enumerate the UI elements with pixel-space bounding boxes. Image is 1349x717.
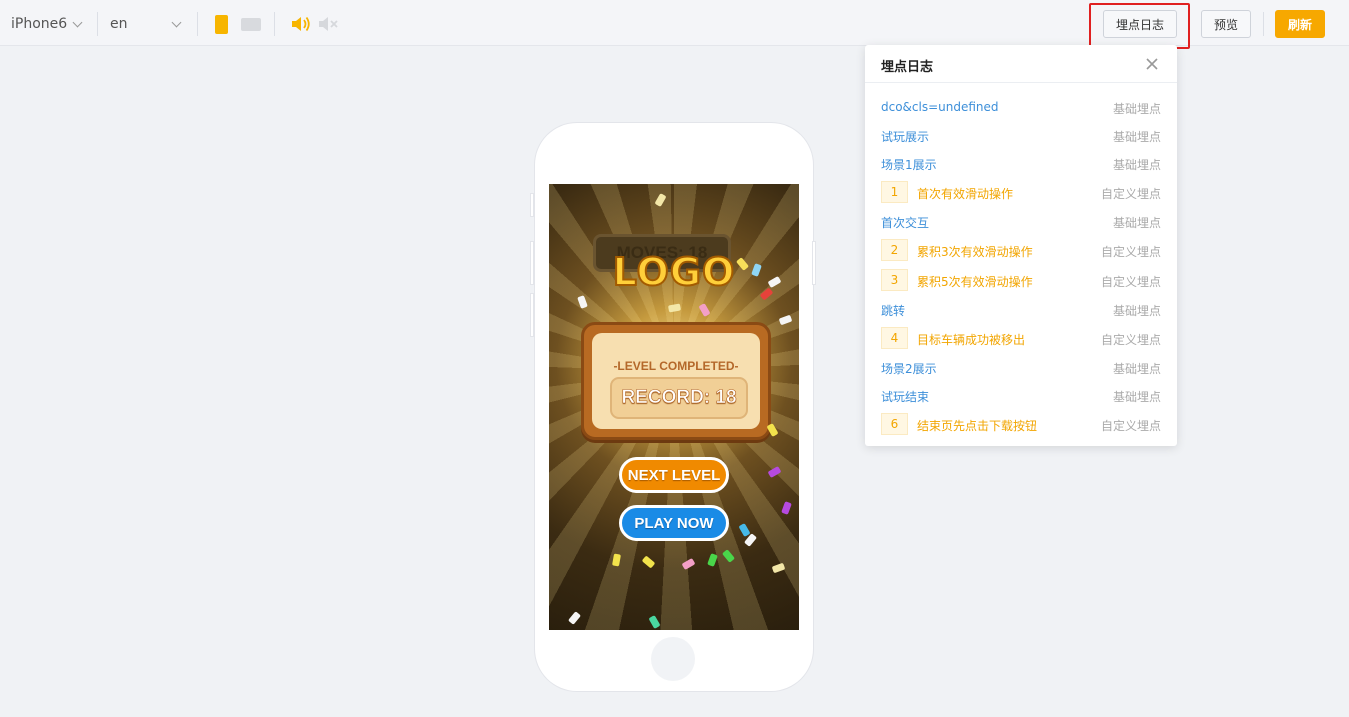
log-index-badge: 3 [881, 269, 908, 291]
log-event-name: 首次交互 [881, 216, 930, 230]
panel-header: 埋点日志 [865, 45, 1177, 83]
log-row[interactable]: 4 目标车辆成功被移出 自定义埋点 [865, 325, 1177, 351]
panel-title: 埋点日志 [881, 60, 934, 75]
log-event-type: 基础埋点 [1112, 390, 1161, 404]
log-event-type: 自定义埋点 [1100, 187, 1161, 201]
log-index-badge: 1 [881, 181, 908, 203]
log-row[interactable]: 场景1展示 基础埋点 [865, 150, 1177, 176]
level-complete-board: -LEVEL COMPLETED- RECORD: 18 [581, 322, 771, 440]
log-event-type: 基础埋点 [1112, 216, 1161, 230]
log-row[interactable]: 首次交互 基础埋点 [865, 208, 1177, 234]
refresh-button[interactable]: 刷新 [1275, 10, 1325, 38]
log-event-name: 试玩展示 [881, 130, 930, 144]
log-event-name: 首次有效滑动操作 [917, 187, 1014, 201]
log-event-name: 累积5次有效滑动操作 [917, 275, 1033, 289]
power-button [812, 241, 816, 285]
log-event-type: 基础埋点 [1112, 362, 1161, 376]
chevron-down-icon [171, 17, 182, 28]
close-icon[interactable] [1145, 57, 1159, 71]
volume-up-button [530, 241, 534, 285]
log-event-type: 自定义埋点 [1100, 275, 1161, 289]
event-log-button[interactable]: 埋点日志 [1103, 10, 1177, 38]
log-index-badge: 4 [881, 327, 908, 349]
log-event-name: 结束页先点击下载按钮 [917, 419, 1038, 433]
log-event-name: 场景2展示 [881, 362, 937, 376]
log-event-type: 自定义埋点 [1100, 333, 1161, 347]
game-screen[interactable]: MOVES: 18 LOGO -LEVEL COMPLETED- RECORD:… [549, 184, 799, 630]
device-select[interactable]: iPhone6 [11, 12, 87, 36]
chevron-down-icon [72, 17, 83, 28]
divider [274, 12, 275, 36]
log-row[interactable]: 场景2展示 基础埋点 [865, 354, 1177, 380]
log-event-name: 目标车辆成功被移出 [917, 333, 1026, 347]
log-row[interactable]: 2 累积3次有效滑动操作 自定义埋点 [865, 237, 1177, 263]
event-log-panel: 埋点日志 dco&cls=undefined 基础埋点 试玩展示 基础埋点 场景1展示基… [865, 45, 1177, 446]
log-event-name: 场景1展示 [881, 158, 937, 172]
log-event-name: 跳转 [881, 304, 906, 318]
log-row[interactable]: dco&cls=undefined 基础埋点 [865, 94, 1177, 120]
divider [1263, 12, 1264, 36]
phone-frame: MOVES: 18 LOGO -LEVEL COMPLETED- RECORD:… [530, 123, 816, 691]
log-event-type: 基础埋点 [1112, 102, 1161, 116]
log-event-type: 基础埋点 [1112, 130, 1161, 144]
divider [197, 12, 198, 36]
log-event-name: dco&cls=undefined [881, 100, 999, 114]
log-event-type: 自定义埋点 [1100, 245, 1161, 259]
landscape-orientation-icon[interactable] [241, 18, 261, 31]
game-logo: LOGO [612, 249, 736, 295]
level-completed-text: -LEVEL COMPLETED- [613, 359, 739, 373]
log-row[interactable]: 跳转 基础埋点 [865, 296, 1177, 322]
toolbar: iPhone6 en 埋点日志 预览 刷新 [0, 0, 1349, 46]
language-select-value: en [110, 16, 128, 32]
home-button[interactable] [651, 637, 695, 681]
log-index-badge: 2 [881, 239, 908, 261]
log-row[interactable]: 6 结束页先点击下载按钮 自定义埋点 [865, 411, 1177, 437]
log-row[interactable]: 试玩展示 基础埋点 [865, 122, 1177, 148]
log-row[interactable]: 试玩结束 基础埋点 [865, 382, 1177, 408]
volume-mute-icon[interactable] [317, 14, 339, 34]
log-row[interactable]: 1 首次有效滑动操作 自定义埋点 [865, 179, 1177, 205]
divider [97, 12, 98, 36]
volume-down-button [530, 293, 534, 337]
next-level-button[interactable]: NEXT LEVEL [619, 457, 729, 493]
log-row[interactable]: 3 累积5次有效滑动操作 自定义埋点 [865, 267, 1177, 293]
portrait-orientation-icon[interactable] [215, 15, 228, 34]
log-event-type: 基础埋点 [1112, 304, 1161, 318]
log-event-type: 自定义埋点 [1100, 419, 1161, 433]
log-event-name: 累积3次有效滑动操作 [917, 245, 1033, 259]
device-select-value: iPhone6 [11, 16, 68, 32]
preview-button[interactable]: 预览 [1201, 10, 1251, 38]
language-select[interactable]: en [110, 12, 186, 36]
log-index-badge: 6 [881, 413, 908, 435]
mute-switch [530, 193, 534, 217]
play-now-button[interactable]: PLAY NOW [619, 505, 729, 541]
log-event-name: 试玩结束 [881, 390, 930, 404]
volume-on-icon[interactable] [290, 14, 312, 34]
record-score: RECORD: 18 [610, 377, 748, 419]
log-event-type: 基础埋点 [1112, 158, 1161, 172]
